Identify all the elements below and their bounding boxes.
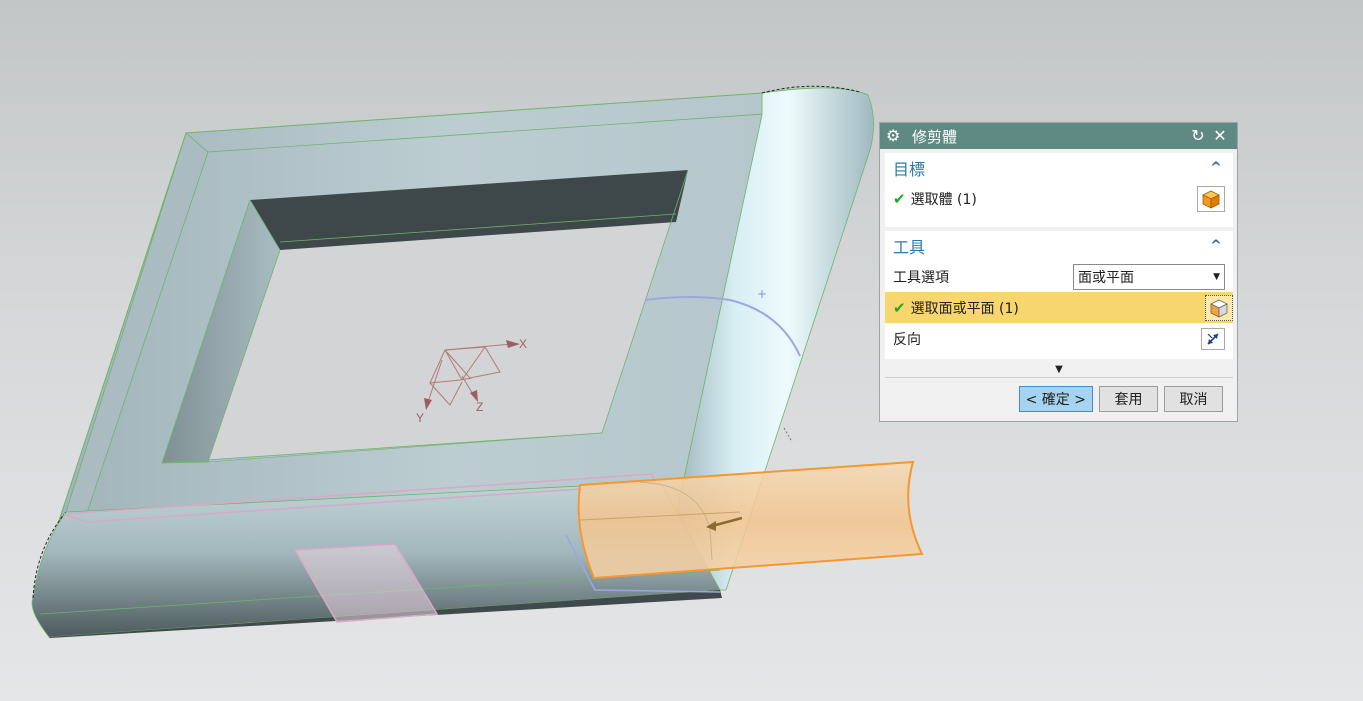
tool-option-dropdown[interactable]: 面或平面 ▼ (1073, 263, 1225, 290)
cancel-button[interactable]: 取消 (1164, 386, 1223, 412)
check-icon: ✔ (893, 189, 906, 208)
select-body-label: 選取體 (1) (910, 191, 977, 208)
select-face-row[interactable]: ✔ 選取面或平面 (1) (885, 292, 1233, 323)
tool-section-label: 工具 (893, 238, 926, 257)
collapse-chevron-icon[interactable]: ^ (1207, 238, 1225, 254)
svg-text:+: + (757, 287, 767, 301)
reset-icon[interactable]: ↻ (1187, 128, 1209, 144)
face-select-icon[interactable] (1205, 294, 1233, 321)
dropdown-arrow-icon: ▼ (1213, 271, 1220, 282)
reverse-label: 反向 (893, 331, 921, 348)
z-axis-label: Z (476, 400, 483, 414)
solid-body-icon[interactable] (1197, 185, 1225, 212)
apply-button[interactable]: 套用 (1099, 386, 1158, 412)
tool-option-row: 工具選項 面或平面 ▼ (885, 261, 1233, 292)
dialog-title: 修剪體 (912, 127, 958, 146)
x-axis-label: X (519, 337, 527, 351)
dialog-titlebar[interactable]: ⚙ 修剪體 ↻ ✕ (880, 123, 1237, 149)
y-axis-label: Y (416, 411, 424, 425)
more-options-expander[interactable]: ▼ (885, 363, 1233, 378)
target-section: 目標 ^ ✔ 選取體 (1) (885, 153, 1233, 227)
target-section-header[interactable]: 目標 ^ (885, 153, 1233, 183)
trim-body-dialog: ⚙ 修剪體 ↻ ✕ 目標 ^ ✔ 選取體 (1) 工具 ^ 工具選項 面或平面 … (879, 122, 1238, 422)
tool-section: 工具 ^ 工具選項 面或平面 ▼ ✔ 選取面或平面 (1) 反向 (885, 231, 1233, 359)
collapse-chevron-icon[interactable]: ^ (1207, 160, 1225, 176)
select-face-label: 選取面或平面 (1) (910, 300, 1019, 317)
tool-option-label: 工具選項 (893, 269, 949, 286)
ok-button[interactable]: < 確定 > (1018, 386, 1093, 412)
tool-option-value: 面或平面 (1078, 269, 1134, 286)
close-icon[interactable]: ✕ (1209, 128, 1231, 144)
target-section-label: 目標 (893, 160, 926, 179)
check-icon: ✔ (893, 298, 906, 317)
dialog-buttons: < 確定 > 套用 取消 (1018, 386, 1223, 412)
select-body-row[interactable]: ✔ 選取體 (1) (885, 183, 1233, 214)
gear-icon[interactable]: ⚙ (886, 128, 904, 144)
tool-face-highlight[interactable] (565, 460, 924, 593)
tool-section-header[interactable]: 工具 ^ (885, 231, 1233, 261)
reverse-direction-icon[interactable] (1201, 327, 1225, 350)
reverse-row: 反向 (885, 323, 1233, 354)
